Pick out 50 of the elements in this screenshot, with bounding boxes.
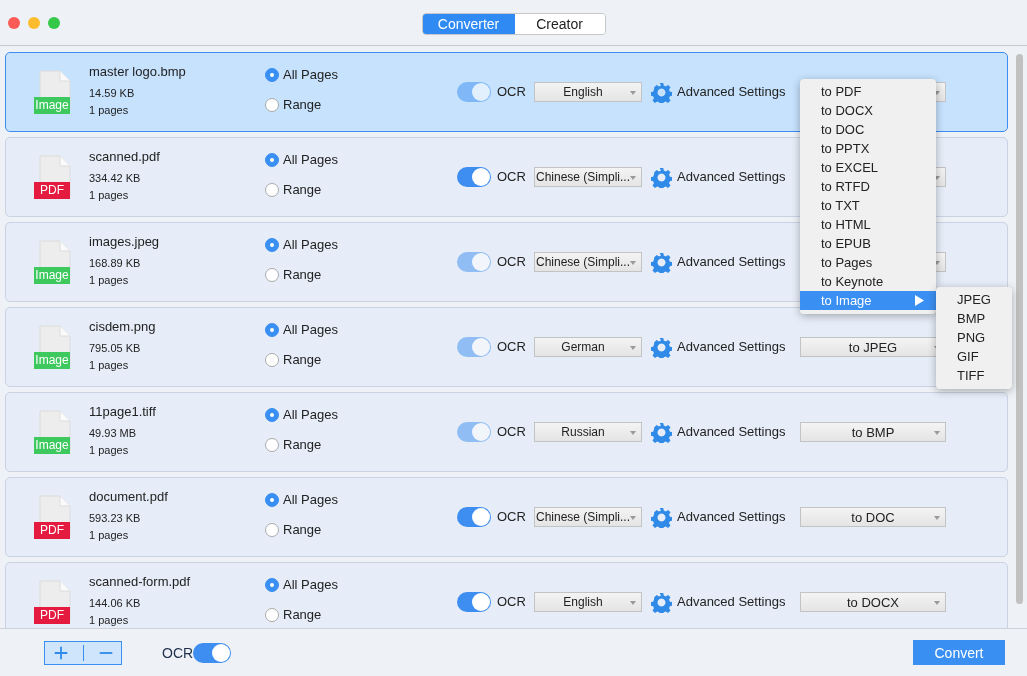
radio-label: All Pages	[283, 322, 338, 337]
ocr-label: OCR	[497, 339, 526, 354]
ocr-label: OCR	[162, 644, 194, 661]
file-size: 49.93 MB	[89, 427, 138, 439]
ocr-label: OCR	[497, 84, 526, 99]
file-name: document.pdf	[89, 489, 168, 504]
radio-label: All Pages	[283, 237, 338, 252]
file-size: 168.89 KB	[89, 257, 142, 269]
page-count: 1 pages	[89, 614, 130, 626]
file-type-label: Image	[34, 352, 70, 369]
radio-label: All Pages	[283, 152, 338, 167]
page-count: 1 pages	[89, 104, 130, 116]
file-size: 593.23 KB	[89, 512, 142, 524]
radio-label: All Pages	[283, 407, 338, 422]
page-count: 1 pages	[89, 444, 130, 456]
radio-label: Range	[283, 267, 322, 282]
radio-label: Range	[283, 522, 322, 537]
radio-label: Range	[283, 352, 322, 367]
radio-label: Range	[283, 182, 322, 197]
page-count: 1 pages	[89, 359, 130, 371]
file-type-label: Image	[34, 267, 70, 284]
file-type-label: PDF	[34, 607, 70, 624]
file-type-label: PDF	[34, 182, 70, 199]
file-type-label: PDF	[34, 522, 70, 539]
radio-label: Range	[283, 437, 322, 452]
radio-label: All Pages	[283, 67, 338, 82]
file-name: scanned.pdf	[89, 149, 160, 164]
file-size: 795.05 KB	[89, 342, 142, 354]
ocr-label: OCR	[497, 509, 526, 524]
radio-label: All Pages	[283, 492, 338, 507]
ocr-label: OCR	[497, 254, 526, 269]
ocr-label: OCR	[497, 594, 526, 609]
page-count: 1 pages	[89, 189, 130, 201]
file-name: cisdem.png	[89, 319, 156, 334]
file-name: master logo.bmp	[89, 64, 186, 79]
file-size: 14.59 KB	[89, 87, 136, 99]
ocr-label: OCR	[497, 169, 526, 184]
file-type-label: Image	[34, 437, 70, 454]
page-count: 1 pages	[89, 529, 130, 541]
file-size: 334.42 KB	[89, 172, 142, 184]
ocr-label: OCR	[497, 424, 526, 439]
file-name: 11page1.tiff	[89, 404, 156, 419]
radio-label: All Pages	[283, 577, 338, 592]
radio-label: Range	[283, 607, 322, 622]
file-name: scanned-form.pdf	[89, 574, 191, 589]
file-name: images.jpeg	[89, 234, 160, 249]
radio-label: Range	[283, 97, 322, 112]
file-type-label: Image	[34, 97, 70, 114]
file-size: 144.06 KB	[89, 597, 142, 609]
page-count: 1 pages	[89, 274, 130, 286]
